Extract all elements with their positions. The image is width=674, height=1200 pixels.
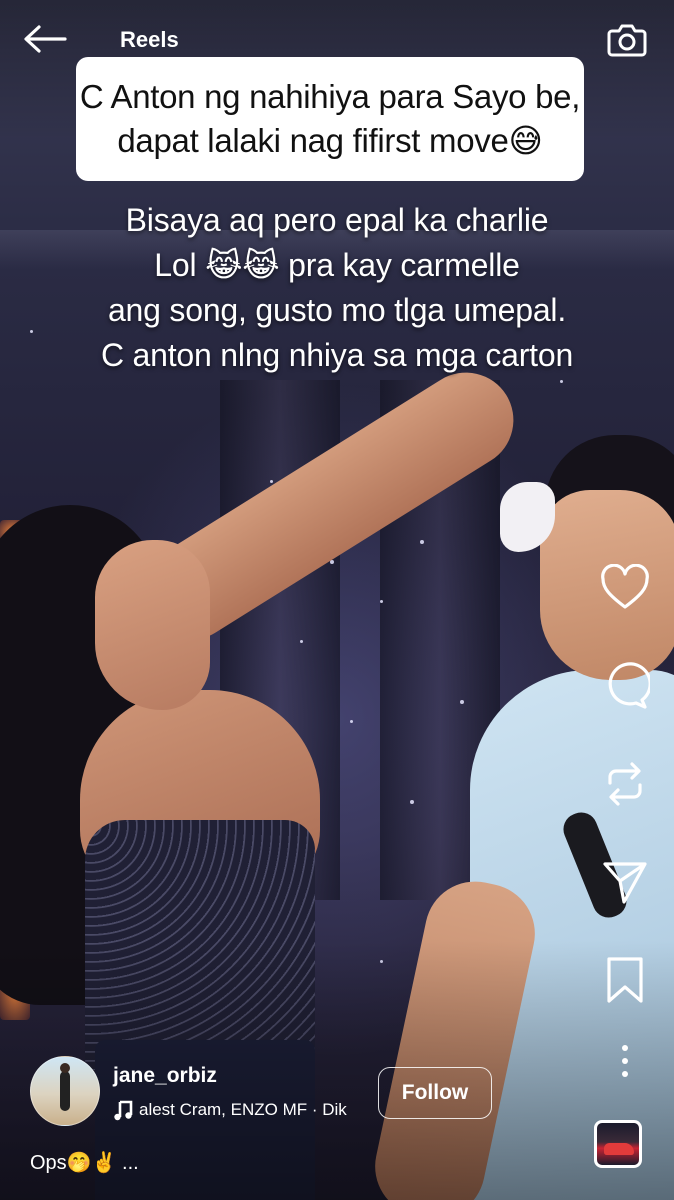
sparkle [460, 700, 464, 704]
repost-icon [608, 762, 642, 806]
caption-text: Bisaya aq pero epal ka charlie Lol 😹😹 pr… [0, 198, 674, 378]
sparkle [380, 600, 383, 603]
save-button[interactable] [594, 952, 656, 1008]
caption-box-line: C Anton ng nahihiya para Sayo be, [79, 78, 581, 115]
share-button[interactable] [594, 854, 656, 910]
page-title: Reels [120, 27, 179, 52]
comment-button[interactable] [594, 658, 656, 714]
sparkle [420, 540, 424, 544]
sparkle [560, 380, 563, 383]
avatar-figure [60, 1063, 70, 1111]
more-vertical-icon [622, 1045, 628, 1077]
sparkle [300, 640, 303, 643]
follow-button[interactable]: Follow [378, 1067, 492, 1119]
woman-face [95, 540, 210, 710]
more-button[interactable] [594, 1033, 656, 1089]
camera-icon [607, 24, 647, 57]
audio-reel-thumbnail[interactable] [594, 1120, 642, 1168]
audio-text: alest Cram, ENZO MF · Dik [139, 1100, 347, 1119]
music-note-icon [113, 1099, 135, 1121]
sparkle [350, 720, 353, 723]
send-icon [603, 862, 647, 904]
caption-line: Lol 😹😹 pra kay carmelle [154, 247, 520, 283]
camera-button[interactable] [604, 16, 650, 62]
caption-box-line: dapat lalaki nag fifirst move😅 [117, 122, 543, 159]
caption-line: Bisaya aq pero epal ka charlie [125, 202, 549, 238]
remix-button[interactable] [594, 756, 656, 812]
sparkle [270, 480, 273, 483]
arrow-left-icon [24, 25, 67, 53]
bookmark-icon [607, 957, 643, 1003]
caption-line: C anton nlng nhiya sa mga carton [100, 337, 574, 373]
caption-line: ang song, gusto mo tlga umepal. [107, 292, 567, 328]
sparkle [410, 800, 414, 804]
thumbnail-car [604, 1143, 634, 1155]
post-caption[interactable]: Ops🤭✌️ ... [30, 1150, 139, 1175]
back-button[interactable] [20, 18, 70, 60]
avatar[interactable] [30, 1056, 100, 1126]
heart-icon [601, 564, 649, 609]
like-button[interactable] [594, 560, 656, 616]
username[interactable]: jane_orbiz [113, 1064, 217, 1088]
comment-icon [608, 662, 650, 709]
audio-link[interactable]: alest Cram, ENZO MF · Dik [113, 1097, 365, 1123]
caption-box: C Anton ng nahihiya para Sayo be, dapat … [76, 57, 584, 181]
